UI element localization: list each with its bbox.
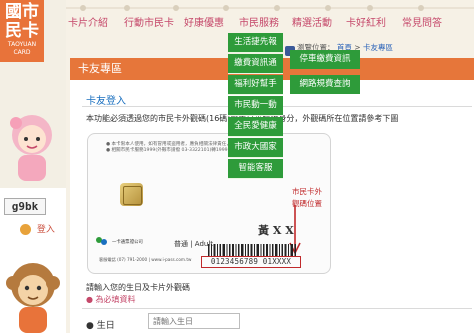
barcode-image — [208, 244, 296, 256]
required-note: ● 為必填資料 — [86, 295, 136, 304]
nav-item-bonus[interactable]: 卡好紅利 — [346, 14, 386, 29]
submenu-item-payment[interactable]: 繳費資訊通 — [228, 54, 283, 74]
submenu-item-health[interactable]: 全民愛健康 — [228, 117, 283, 137]
dob-input[interactable] — [148, 313, 240, 329]
submenu-item-service[interactable]: 智能客服 — [228, 159, 283, 179]
card-company: 一卡通票證公司 — [112, 240, 143, 245]
mascot-girl-image — [10, 115, 52, 181]
submenu2-item-fees[interactable]: 網路規費查詢 — [290, 75, 360, 94]
instruction-text: 請輸入您的生日及卡片外觀碼 — [86, 283, 190, 292]
mascot-monkey-image — [6, 263, 60, 333]
annotation-line-1: 市民卡外 — [292, 187, 322, 196]
nav-item-offers[interactable]: 好康優惠 — [184, 14, 224, 29]
logo-sub: TAOYUAN CARD — [7, 41, 37, 56]
login-button[interactable]: 登入 — [20, 222, 55, 235]
nav-item-card-intro[interactable]: 卡片介紹 — [68, 14, 108, 29]
dob-label: ● 生日 — [86, 321, 115, 331]
card-phone: 客服電話 (07) 791-2000 | www.i-pass.com.tw — [99, 257, 192, 262]
login-label: 登入 — [36, 225, 55, 235]
left-sidebar: 國市 民卡 TAOYUAN CARD g9bk 登入 — [0, 0, 66, 333]
section-title: 卡友登入 — [86, 96, 126, 107]
logo[interactable]: 國市 民卡 TAOYUAN CARD — [0, 0, 44, 62]
captcha-image: g9bk — [4, 198, 46, 215]
ipass-logo-icon — [96, 237, 107, 245]
submenu-item-sports[interactable]: 市民動一動 — [228, 96, 283, 116]
breadcrumb-current[interactable]: 卡友專區 — [363, 43, 393, 52]
login-icon — [20, 224, 31, 235]
payment-submenu: 停車繳費資訊 網路規費查詢 — [290, 50, 360, 100]
nav-item-citizen-services[interactable]: 市民服務 — [239, 14, 279, 29]
nav-dot-rail — [66, 5, 474, 11]
nav-item-events[interactable]: 精選活動 — [292, 14, 332, 29]
citizen-services-submenu: 生活捷先報 繳費資訊通 福利好幫手 市民動一動 全民愛健康 市政大國家 智能客服 — [228, 33, 283, 180]
nav-item-faq[interactable]: 常見問答 — [402, 14, 442, 29]
submenu-item-life[interactable]: 生活捷先報 — [228, 33, 283, 53]
card-chip-icon — [120, 183, 143, 206]
divider-2 — [82, 308, 472, 309]
submenu-item-welfare[interactable]: 福利好幫手 — [228, 75, 283, 95]
top-navigation: 卡片介紹 行動市民卡 好康優惠 市民服務 精選活動 卡好紅利 常見問答 — [66, 0, 474, 34]
logo-text-1: 國市 — [5, 2, 39, 22]
card-serial-number: 0123456789 01XXXX — [201, 256, 301, 268]
submenu2-item-parking[interactable]: 停車繳費資訊 — [290, 50, 360, 69]
nav-item-mobile-card[interactable]: 行動市民卡 — [124, 14, 174, 29]
logo-text-2: 民卡 — [5, 21, 39, 41]
submenu-item-gov[interactable]: 市政大國家 — [228, 138, 283, 158]
